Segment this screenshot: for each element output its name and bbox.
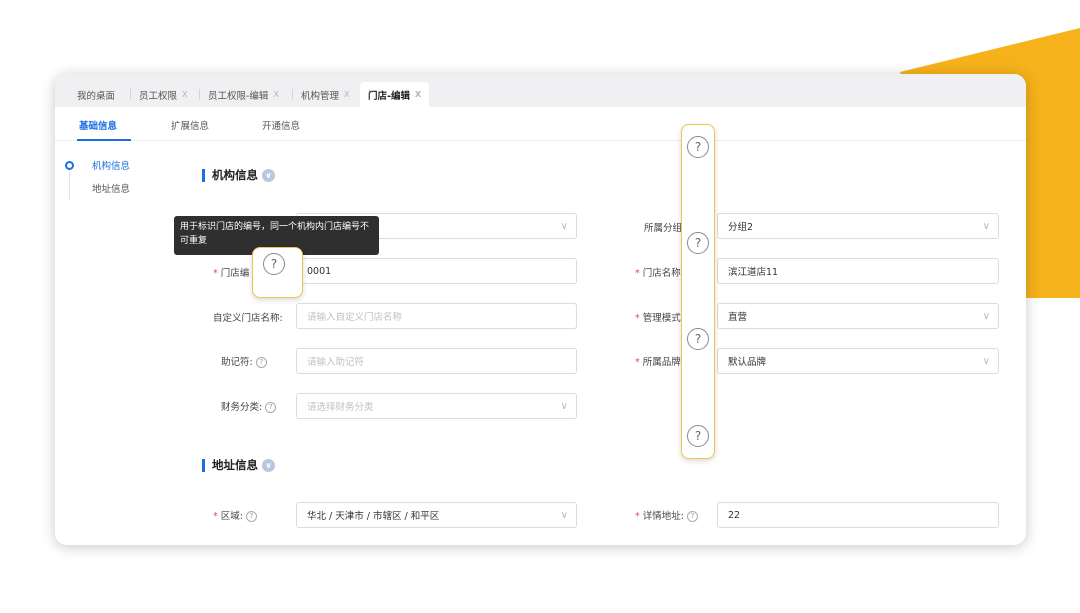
chevron-down-icon[interactable]: ∨: [262, 458, 275, 472]
sub-tabs: 基础信息 扩展信息 开通信息: [55, 107, 1026, 141]
region-label: * 区域:?: [213, 508, 257, 522]
subtab-extended-info[interactable]: 扩展信息: [171, 118, 209, 132]
mnemonic-input[interactable]: 请输入助记符: [296, 348, 577, 374]
section-title-text: 机构信息: [212, 168, 258, 182]
help-icon[interactable]: ?: [687, 328, 709, 350]
tab-org-management[interactable]: 机构管理 X: [293, 82, 358, 107]
help-icon[interactable]: ?: [265, 402, 277, 413]
help-icon[interactable]: ?: [687, 425, 709, 447]
nav-active-dot: [65, 161, 74, 170]
address-label: * 详情地址:?: [635, 508, 698, 522]
tab-staff-permission[interactable]: 员工权限 X: [131, 82, 196, 107]
help-highlight-right: [681, 124, 715, 459]
close-icon[interactable]: X: [344, 90, 349, 99]
chevron-down-icon: ∨: [982, 311, 990, 322]
section-bar: [202, 168, 205, 182]
store-name-input[interactable]: 滨江道店11: [717, 258, 999, 284]
chevron-down-icon: ∨: [982, 221, 990, 232]
tab-staff-permission-edit[interactable]: 员工权限-编辑 X: [200, 82, 287, 107]
help-icon[interactable]: ?: [687, 136, 709, 158]
subtab-basic-info[interactable]: 基础信息: [79, 118, 117, 132]
section-title-text: 地址信息: [212, 458, 258, 472]
help-icon[interactable]: ?: [245, 511, 257, 522]
chevron-down-icon: ∨: [560, 401, 568, 412]
close-icon[interactable]: X: [415, 90, 421, 99]
app-window: 我的桌面 员工权限 X 员工权限-编辑 X 机构管理 X 门店-编辑 X 基础信息 扩展…: [55, 74, 1026, 545]
group-select[interactable]: 分组2 ∨: [717, 213, 999, 239]
help-icon[interactable]: ?: [686, 511, 698, 522]
finance-select[interactable]: 请选择财务分类 ∨: [296, 393, 577, 419]
mode-label: * 管理模式: [635, 313, 681, 324]
section-title-address: 地址信息 ∨: [202, 457, 275, 473]
chevron-down-icon[interactable]: ∨: [262, 168, 275, 182]
custom-name-label: 自定义门店名称:: [213, 313, 283, 324]
help-icon[interactable]: ?: [255, 357, 267, 368]
store-code-label: * 门店编: [213, 268, 250, 279]
subtab-activation-info[interactable]: 开通信息: [262, 118, 300, 132]
close-icon[interactable]: X: [273, 90, 278, 99]
brand-select[interactable]: 默认品牌 ∨: [717, 348, 999, 374]
section-title-org: 机构信息 ∨: [202, 167, 275, 183]
chevron-down-icon: ∨: [560, 221, 568, 232]
tab-desktop[interactable]: 我的桌面: [69, 82, 123, 107]
region-select[interactable]: 华北 / 天津市 / 市辖区 / 和平区 ∨: [296, 502, 577, 528]
help-icon[interactable]: ?: [687, 232, 709, 254]
chevron-down-icon: ∨: [560, 510, 568, 521]
close-icon[interactable]: X: [182, 90, 187, 99]
nav-item-address-info[interactable]: 地址信息: [92, 181, 130, 195]
finance-label: 财务分类:?: [221, 399, 277, 413]
store-name-label: * 门店名称: [635, 268, 681, 279]
tab-store-edit[interactable]: 门店-编辑 X: [360, 82, 430, 107]
mnemonic-label: 助记符:?: [221, 354, 267, 368]
brand-label: * 所属品牌: [635, 357, 681, 368]
mode-select[interactable]: 直营 ∨: [717, 303, 999, 329]
group-label: 所属分组: [644, 223, 683, 234]
nav-line: [69, 166, 70, 200]
nav-item-org-info[interactable]: 机构信息: [92, 158, 130, 172]
help-icon[interactable]: ?: [263, 253, 285, 275]
tab-bar: 我的桌面 员工权限 X 员工权限-编辑 X 机构管理 X 门店-编辑 X: [55, 74, 1026, 107]
store-code-input[interactable]: 0001: [296, 258, 577, 284]
custom-name-input[interactable]: 请输入自定义门店名称: [296, 303, 577, 329]
address-input[interactable]: 22: [717, 502, 999, 528]
active-tab-indicator: [77, 139, 131, 141]
chevron-down-icon: ∨: [982, 356, 990, 367]
section-bar: [202, 458, 205, 472]
